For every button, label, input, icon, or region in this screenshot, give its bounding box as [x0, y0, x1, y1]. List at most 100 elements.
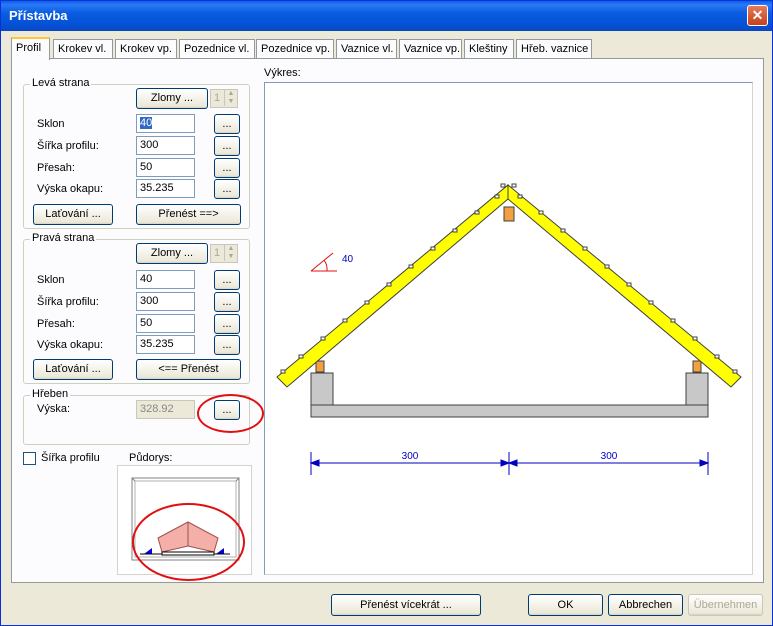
ridge-purlin	[503, 206, 515, 222]
window-title: Přístavba	[9, 8, 68, 23]
left-sirka-browse-button[interactable]: ...	[214, 136, 240, 156]
highlight-ellipse-plan	[132, 503, 245, 581]
tab-vaznice-vl[interactable]: Vaznice vl.	[336, 39, 397, 59]
spinner-up-icon: ▲	[224, 90, 237, 98]
dimension-line	[309, 452, 710, 475]
batten	[452, 228, 458, 233]
tab-krokev-vl[interactable]: Krokev vl.	[53, 39, 113, 59]
spinner-down-icon: ▼	[224, 253, 237, 261]
left-sklon-browse-button[interactable]: ...	[214, 114, 240, 134]
left-sklon-label: Sklon	[37, 118, 65, 130]
profile-width-checkbox[interactable]	[23, 452, 36, 465]
drawing-canvas: 40 300 300	[264, 82, 753, 575]
left-sirka-input[interactable]: 300	[136, 136, 195, 155]
right-side-title: Pravá strana	[30, 232, 97, 244]
batten	[430, 246, 436, 251]
batten	[386, 282, 392, 287]
right-sirka-input[interactable]: 300	[136, 292, 195, 311]
left-rafter	[276, 183, 509, 388]
left-latovani-button[interactable]: Laťování ...	[33, 204, 113, 225]
right-sirka-label: Šířka profilu:	[37, 296, 99, 308]
batten	[538, 210, 544, 215]
left-side-title: Levá strana	[30, 77, 92, 89]
batten	[670, 318, 676, 323]
batten	[364, 300, 370, 305]
right-sklon-label: Sklon	[37, 274, 65, 286]
right-zlomy-value: 1	[214, 247, 221, 259]
left-battens	[280, 183, 506, 374]
right-presah-label: Přesah:	[37, 318, 75, 330]
ridge-height-label: Výska:	[37, 403, 71, 415]
right-battens	[511, 183, 738, 374]
right-sklon-browse-button[interactable]: ...	[214, 270, 240, 290]
left-zlomy-value: 1	[214, 92, 221, 104]
transfer-right-button[interactable]: Přenést ==>	[136, 204, 241, 225]
batten	[408, 264, 414, 269]
batten	[511, 183, 517, 188]
left-presah-browse-button[interactable]: ...	[214, 158, 240, 178]
transfer-multiple-button[interactable]: Přenést vícekrát ...	[331, 594, 481, 616]
batten	[298, 354, 304, 359]
close-button[interactable]: ✕	[747, 5, 768, 26]
dialog-window: Přístavba ✕ Profil Krokev vl. Krokev vp.…	[0, 0, 773, 626]
batten	[280, 369, 286, 374]
angle-indicator	[310, 252, 337, 272]
right-zlomy-button[interactable]: Zlomy ...	[136, 243, 208, 264]
left-presah-label: Přesah:	[37, 162, 75, 174]
left-vyska-label: Výska okapu:	[37, 183, 104, 195]
right-presah-input[interactable]: 50	[136, 314, 195, 333]
batten	[342, 318, 348, 323]
right-wall	[685, 372, 709, 406]
batten	[604, 264, 610, 269]
angle-arc	[323, 259, 328, 272]
right-vyska-browse-button[interactable]: ...	[214, 335, 240, 355]
title-bar[interactable]: Přístavba ✕	[1, 1, 772, 31]
right-latovani-button[interactable]: Laťování ...	[33, 359, 113, 380]
angle-value: 40	[342, 254, 354, 265]
left-vyska-browse-button[interactable]: ...	[214, 179, 240, 199]
dimension-right-value: 300	[601, 451, 618, 462]
batten	[626, 282, 632, 287]
tab-pozednice-vl[interactable]: Pozednice vl.	[179, 39, 255, 59]
tab-hreb-vaznice[interactable]: Hřeb. vaznice	[516, 39, 592, 59]
tab-klestiny[interactable]: Kleštiny	[464, 39, 514, 59]
ridge-height-input: 328.92	[136, 400, 195, 419]
spinner-down-icon: ▼	[224, 98, 237, 106]
batten	[517, 194, 523, 199]
left-sklon-input[interactable]: 40	[136, 114, 195, 133]
left-zlomy-spinner: 1 ▲ ▼	[210, 89, 238, 108]
left-presah-input[interactable]: 50	[136, 158, 195, 177]
tab-profil[interactable]: Profil	[11, 37, 50, 60]
roof-drawing-svg: 40 300 300	[276, 183, 742, 475]
left-wall	[310, 372, 334, 406]
drawing-label: Výkres:	[264, 67, 301, 79]
dimension-left-value: 300	[402, 451, 419, 462]
batten	[320, 336, 326, 341]
ridge-title: Hřeben	[30, 388, 71, 400]
tab-pozednice-vp[interactable]: Pozednice vp.	[256, 39, 334, 59]
tab-krokev-vp[interactable]: Krokev vp.	[115, 39, 177, 59]
tab-vaznice-vp[interactable]: Vaznice vp.	[399, 39, 462, 59]
right-sklon-input[interactable]: 40	[136, 270, 195, 289]
dimension-arrow	[507, 459, 518, 467]
left-sklon-value: 40	[140, 117, 153, 129]
batten	[692, 336, 698, 341]
right-vyska-label: Výska okapu:	[37, 339, 104, 351]
batten	[494, 194, 500, 199]
batten	[648, 300, 654, 305]
cancel-button[interactable]: Abbrechen	[608, 594, 683, 616]
ok-button[interactable]: OK	[528, 594, 603, 616]
right-vyska-input[interactable]: 35.235	[136, 335, 195, 354]
left-vyska-input[interactable]: 35.235	[136, 179, 195, 198]
right-sirka-browse-button[interactable]: ...	[214, 292, 240, 312]
right-presah-browse-button[interactable]: ...	[214, 314, 240, 334]
apply-button: Übernehmen	[688, 594, 763, 616]
left-wall-plate	[315, 360, 325, 373]
batten	[560, 228, 566, 233]
batten	[714, 354, 720, 359]
batten	[732, 369, 738, 374]
spinner-up-icon: ▲	[224, 245, 237, 253]
transfer-left-button[interactable]: <== Přenést	[136, 359, 241, 380]
profile-width-checkbox-label: Šířka profilu	[41, 452, 100, 464]
left-zlomy-button[interactable]: Zlomy ...	[136, 88, 208, 109]
